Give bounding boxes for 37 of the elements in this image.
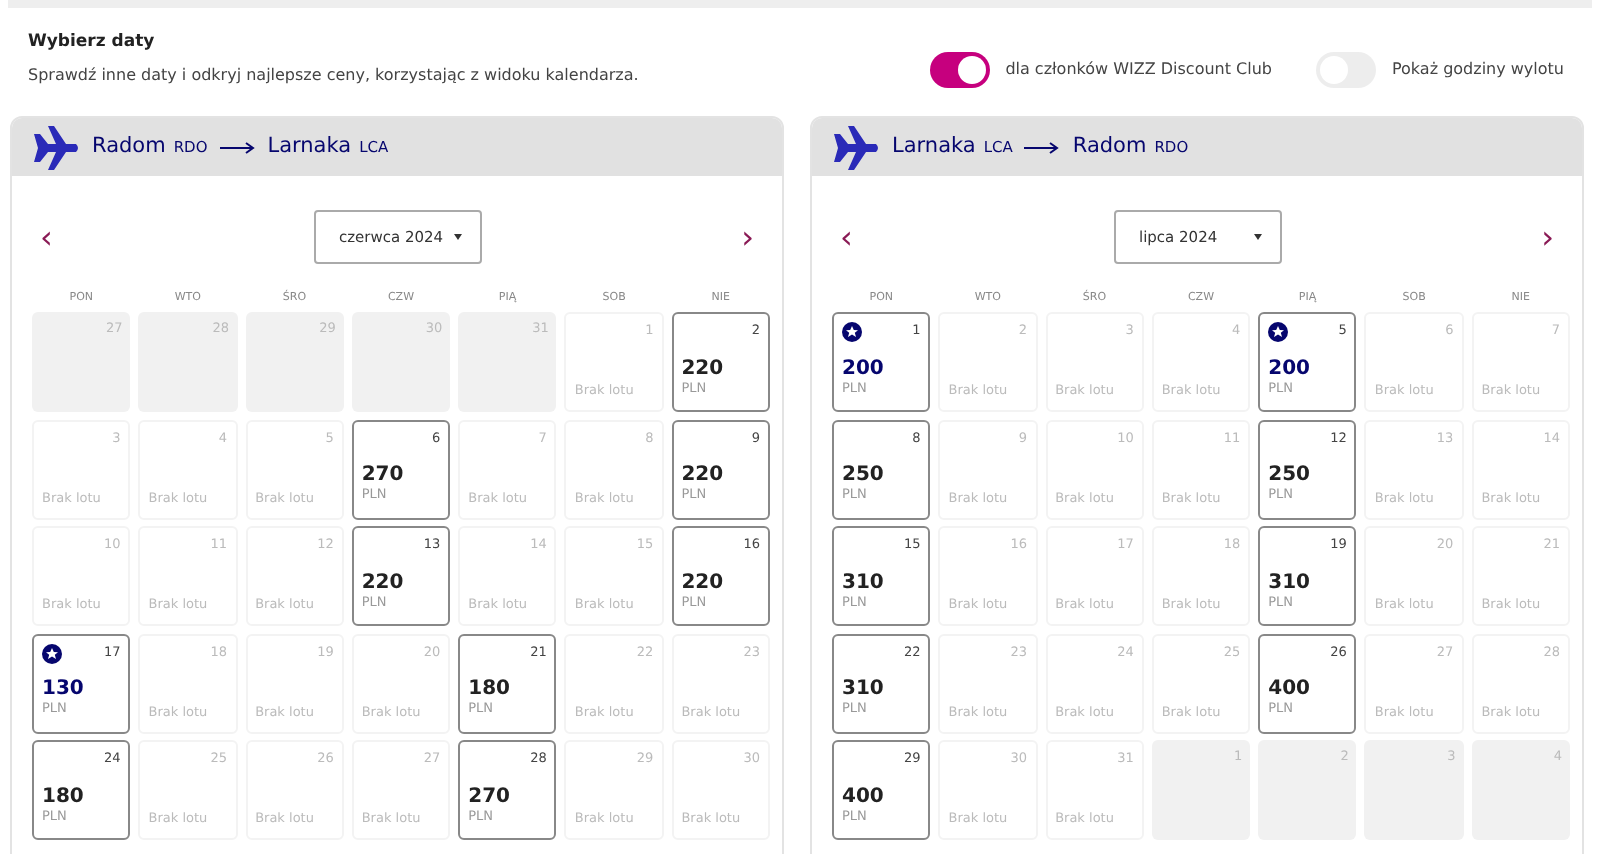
section-title: Wybierz daty [28,30,157,56]
price-text: 250 [842,464,884,487]
city-name: Radom [1072,131,1147,162]
caret-icon [1253,234,1261,240]
price-text: 270 [361,464,404,487]
price-text: 400 [1268,678,1311,701]
city-name: Larnaka [892,131,976,162]
toggle-switch[interactable] [929,52,990,88]
price-text: 180 [468,678,511,701]
price-text: 270 [468,785,511,808]
section-subtitle: Sprawdź inne daty i odkryj najlepsze ceny, korzystając z widoku kalendarza. [28,63,639,88]
price-text: 310 [842,571,884,594]
price-text: 220 [681,464,724,487]
caret-icon [453,234,461,240]
price-text: 180 [42,785,84,808]
previous-month-button[interactable]: ‹ [832,221,861,253]
price-text: 310 [842,678,884,701]
price-text: 220 [681,571,724,594]
city-name: Radom [92,131,166,162]
price-text: 220 [681,357,724,380]
airplane-icon [832,125,880,169]
previous-month-button[interactable]: ‹ [32,221,61,253]
arrow-icon [219,141,256,153]
price-text: 310 [1268,571,1311,594]
airplane-icon [32,125,80,169]
arrow-icon [1024,141,1061,153]
price-text: 200 [842,357,884,380]
toggle-label: dla członków WIZZ Discount Club [1005,58,1272,82]
next-month-button[interactable]: › [1533,221,1562,253]
price-text: 400 [842,785,884,808]
toggle-label: Pokaż godziny wylotu [1392,58,1564,82]
next-month-button[interactable]: › [733,221,762,253]
price-text: 220 [361,571,404,594]
price-text: 250 [1268,464,1311,487]
price-text: 130 [42,678,84,701]
price-text: 200 [1268,357,1311,380]
city-name: Larnaka [267,131,352,162]
